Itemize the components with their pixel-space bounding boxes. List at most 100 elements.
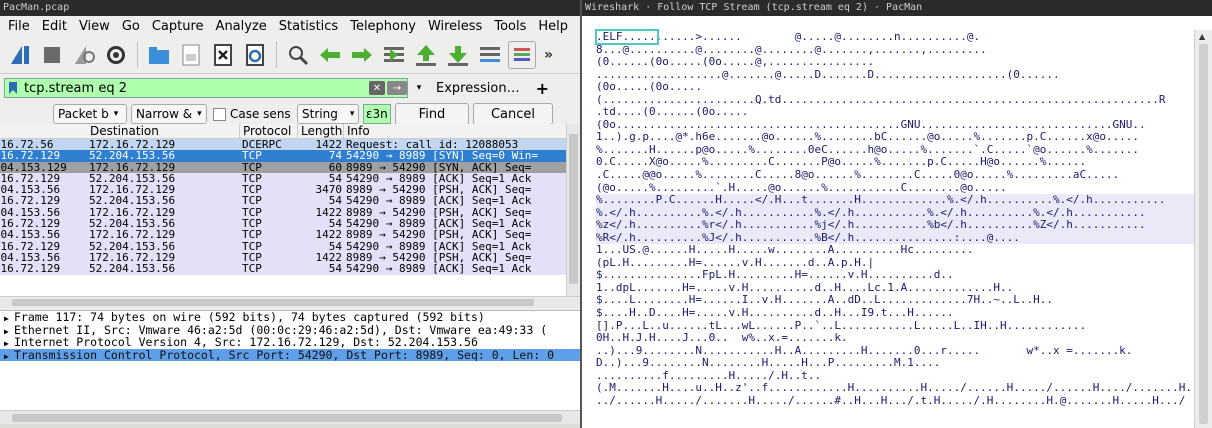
cell-destination: 52.204.153.56 <box>89 150 176 162</box>
col-length-header[interactable]: Length <box>298 124 344 138</box>
cancel-button[interactable]: Cancel <box>473 103 553 125</box>
cell-length: 54 <box>328 172 342 185</box>
details-hscrollbar[interactable] <box>0 410 580 424</box>
clear-filter-icon[interactable]: ✕ <box>369 81 385 95</box>
stream-line: 1...US.@......H.....H.....w........A....… <box>596 244 974 257</box>
menu-capture[interactable]: Capture <box>146 16 210 37</box>
menu-edit[interactable]: Edit <box>36 16 73 37</box>
first-packet-icon[interactable] <box>412 41 440 69</box>
detail-tcp[interactable]: ▶ Transmission Control Protocol, Src Port… <box>0 348 580 362</box>
detail-frame[interactable]: ▶ Frame 117: 74 bytes on wire (592 bits),… <box>0 311 580 324</box>
expand-triangle-icon[interactable]: ▶ <box>4 351 14 362</box>
case-sensitive-checkbox[interactable]: Case sens <box>211 104 293 124</box>
menu-tools[interactable]: Tools <box>488 16 532 37</box>
table-row[interactable]: 52.204.153.56 172.16.72.129 TCP 14228989 → … <box>0 229 566 241</box>
table-row[interactable]: 172.16.72.129 52.204.153.56 TCP 54 54290 → 8… <box>0 195 566 207</box>
scroll-thumb[interactable] <box>1199 44 1208 424</box>
back-arrow-icon[interactable] <box>316 41 344 69</box>
toolbar-overflow-icon[interactable]: » <box>544 47 553 63</box>
save-file-icon[interactable] <box>177 41 205 69</box>
table-row[interactable]: 52.204.153.56 172.16.72.129 TCP 14228989 → … <box>0 251 566 264</box>
expand-triangle-icon[interactable]: ▶ <box>4 338 14 349</box>
packet-list-header: Destination Protocol Length Info <box>0 124 566 139</box>
menu-wireless[interactable]: Wireless <box>422 16 488 37</box>
filter-text[interactable]: tcp.stream eq 2 <box>21 81 369 96</box>
stream-scrollbar[interactable]: ▲ <box>1194 30 1212 428</box>
cell-info: 54290 → 8989 [ACK] Seq=1 Ack <box>346 263 532 275</box>
menu-help[interactable]: Help <box>532 16 574 37</box>
packet-list-hscrollbar[interactable] <box>0 296 580 308</box>
restart-icon[interactable] <box>70 41 98 69</box>
cell-destination: 172.16.72.129 <box>89 161 176 173</box>
expression-button[interactable]: Expression… <box>430 81 526 96</box>
stop-icon[interactable] <box>38 41 66 69</box>
menu-file[interactable]: File <box>2 16 36 37</box>
find-text-input[interactable]: ɛ3n <box>363 104 391 124</box>
cell-protocol: TCP <box>242 150 262 162</box>
add-filter-button[interactable]: + <box>530 79 555 98</box>
shark-fin-icon[interactable] <box>6 41 34 69</box>
close-file-icon[interactable] <box>209 41 237 69</box>
stream-line: %R</.h..........%J</.h...........%B</.h.… <box>596 231 1196 245</box>
forward-arrow-icon[interactable] <box>348 41 376 69</box>
table-row[interactable]: 52.204.153.56 172.16.72.129 TCP 14228989 → … <box>0 206 566 219</box>
menu-view[interactable]: View <box>73 16 116 37</box>
col-destination-header[interactable]: Destination <box>87 124 240 138</box>
options-gear-icon[interactable] <box>102 41 130 69</box>
stream-content[interactable]: .ELF...........>...... @.....@........n.… <box>596 31 1196 428</box>
menu-go[interactable]: Go <box>116 16 146 37</box>
col-info-header[interactable]: Info <box>344 124 566 138</box>
scroll-thumb[interactable] <box>12 414 562 422</box>
find-icon[interactable] <box>284 41 312 69</box>
table-row[interactable]: 172.16.72.129 52.204.153.56 TCP 74 54290 → 8… <box>0 150 566 162</box>
apply-filter-icon[interactable]: → <box>387 81 407 95</box>
char-width-select[interactable]: Narrow & ▾ <box>131 104 207 124</box>
scroll-up-icon[interactable]: ▲ <box>1199 32 1205 41</box>
packet-list-scrollbar[interactable] <box>566 124 580 296</box>
table-row[interactable]: 172.16.72.56 172.16.72.129 DCERPC 1422Reque… <box>0 139 566 151</box>
cell-info: 54290 → 8989 [ACK] Seq=1 Ack <box>346 195 532 207</box>
menu-analyze[interactable]: Analyze <box>210 16 273 37</box>
open-folder-icon[interactable] <box>145 41 173 69</box>
stream-line: (@o.....%.........`.H.....@o......%.....… <box>596 181 1007 194</box>
filter-history-dropdown-icon[interactable]: ▾ <box>412 83 426 93</box>
stream-line: D..)...9........N........H.....H...P....… <box>596 357 941 370</box>
table-row[interactable]: 172.16.72.129 52.204.153.56 TCP 54 54290 → 8… <box>0 240 566 252</box>
last-packet-icon[interactable] <box>444 41 472 69</box>
cell-source: 172.16.72.129 <box>0 150 61 162</box>
detail-ethernet[interactable]: ▶ Ethernet II, Src: Vmware_46:a2:5d (00:0… <box>0 324 580 337</box>
scroll-thumb[interactable] <box>12 299 534 306</box>
table-row[interactable]: 172.16.72.129 52.204.153.56 TCP 54 54290 → 8… <box>0 263 566 275</box>
reload-icon[interactable] <box>241 41 269 69</box>
cell-protocol: TCP <box>242 229 262 241</box>
detail-ipv4[interactable]: ▶ Internet Protocol Version 4, Src: 172.1… <box>0 336 580 349</box>
stream-line: (0o.....................................… <box>596 118 1146 131</box>
stream-line: 0H..H.J.H....J...0.. w%..x.=.......k. <box>596 332 848 345</box>
col-source-header[interactable] <box>0 124 87 138</box>
detail-frame-text: Frame 117: 74 bytes on wire (592 bits), … <box>14 311 485 324</box>
expand-triangle-icon[interactable]: ▶ <box>4 313 14 324</box>
stream-line: %.......H......p@o.....%........0eC.....… <box>596 143 1140 156</box>
col-protocol-header[interactable]: Protocol <box>240 124 298 138</box>
autoscroll-icon[interactable] <box>476 41 504 69</box>
menu-telephony[interactable]: Telephony <box>344 16 422 37</box>
cell-source: 52.204.153.56 <box>0 251 61 264</box>
bookmark-icon[interactable] <box>5 79 21 97</box>
table-row[interactable]: 172.16.72.129 52.204.153.56 TCP 54 54290 → 8… <box>0 172 566 185</box>
find-button[interactable]: Find <box>395 103 469 125</box>
go-to-packet-icon[interactable] <box>380 41 408 69</box>
table-row[interactable]: 172.16.72.129 52.204.153.56 TCP 54 54290 → 8… <box>0 218 566 230</box>
menu-statistics[interactable]: Statistics <box>273 16 344 37</box>
search-in-select[interactable]: Packet b ▾ <box>53 104 127 124</box>
table-row[interactable]: 52.204.153.129 172.16.72.129 TCP 60 8989 → 5… <box>0 161 566 173</box>
table-row[interactable]: 52.204.153.56 172.16.72.129 TCP 34708989 → … <box>0 184 566 196</box>
cell-source: 172.16.72.129 <box>0 218 61 230</box>
display-filter-input[interactable]: tcp.stream eq 2 ✕ → <box>4 78 408 98</box>
case-sensitive-label: Case sens <box>230 107 291 121</box>
search-type-select[interactable]: String ▾ <box>297 104 359 124</box>
stream-line: .C.....@@o.....%........C.....8@o......%… <box>596 169 1120 182</box>
checkbox-box[interactable] <box>213 107 226 121</box>
expand-triangle-icon[interactable]: ▶ <box>4 326 14 337</box>
scroll-thumb[interactable] <box>569 134 578 284</box>
colorize-icon[interactable] <box>508 41 536 69</box>
